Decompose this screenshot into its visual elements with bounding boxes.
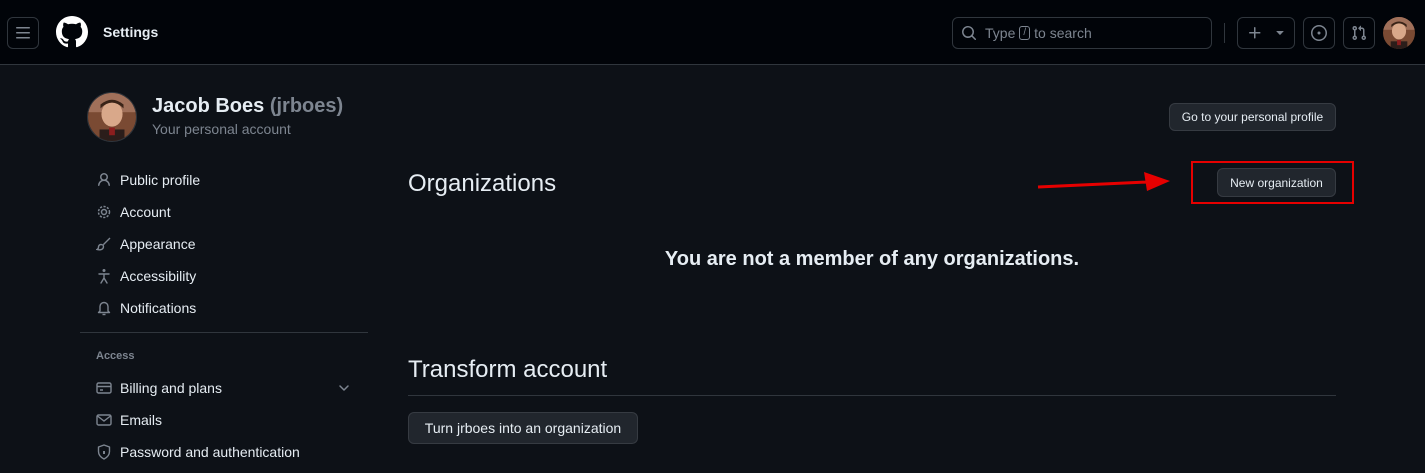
search-placeholder-prefix: Type: [985, 25, 1016, 41]
sidebar-item-accessibility[interactable]: Accessibility: [88, 260, 364, 292]
mail-icon: [96, 412, 112, 428]
open-menu-button[interactable]: [7, 17, 39, 49]
github-mark-icon[interactable]: [56, 16, 88, 48]
search-input[interactable]: Type / to search: [952, 17, 1212, 49]
header-divider: [1224, 23, 1225, 43]
organizations-empty-message: You are not a member of any organization…: [664, 248, 1080, 270]
plus-icon: [1249, 27, 1261, 39]
turn-into-organization-button[interactable]: Turn jrboes into an organization: [408, 412, 638, 444]
search-icon: [962, 26, 977, 41]
issue-opened-icon: [1311, 25, 1327, 41]
new-organization-button[interactable]: New organization: [1217, 168, 1336, 197]
account-display-name: Jacob Boes: [152, 95, 265, 117]
sidebar-item-billing[interactable]: Billing and plans: [88, 372, 364, 404]
search-shortcut-key: /: [1019, 26, 1031, 40]
sidebar-item-account[interactable]: Account: [88, 196, 364, 228]
sidebar-item-label: Public profile: [120, 172, 201, 188]
global-header: Settings Type / to search: [0, 0, 1425, 65]
avatar: [88, 93, 136, 141]
sidebar-item-label: Billing and plans: [120, 380, 222, 396]
shield-lock-icon: [96, 444, 112, 460]
user-menu-avatar[interactable]: [1383, 17, 1415, 49]
account-login: (jrboes): [269, 95, 344, 117]
section-divider: [408, 395, 1336, 396]
sidebar-item-label: Accessibility: [120, 268, 197, 284]
account-subtitle: Your personal account: [152, 121, 291, 137]
account-name[interactable]: Jacob Boes (jrboes): [152, 95, 343, 118]
git-pull-request-icon: [1352, 25, 1367, 41]
avatar: [1383, 17, 1415, 49]
triangle-down-icon: [1276, 31, 1284, 35]
go-to-profile-button[interactable]: Go to your personal profile: [1169, 103, 1336, 131]
search-placeholder-suffix: to search: [1034, 25, 1092, 41]
sidebar-item-public-profile[interactable]: Public profile: [88, 164, 364, 196]
bell-icon: [96, 300, 112, 316]
sidebar-item-label: Account: [120, 204, 171, 220]
sidebar-item-notifications[interactable]: Notifications: [88, 292, 364, 324]
paintbrush-icon: [96, 236, 112, 252]
chevron-down-icon[interactable]: [336, 380, 352, 396]
gear-icon: [96, 204, 112, 220]
account-avatar: [87, 92, 137, 142]
pull-requests-button[interactable]: [1343, 17, 1375, 49]
person-icon: [96, 172, 112, 188]
sidebar-item-label: Emails: [120, 412, 163, 428]
sidebar-item-label: Notifications: [120, 300, 197, 316]
accessibility-icon: [96, 268, 112, 284]
credit-card-icon: [96, 380, 112, 396]
sidebar-divider: [80, 332, 368, 333]
sidebar-item-emails[interactable]: Emails: [88, 404, 364, 436]
sidebar-item-password-authentication[interactable]: Password and authentication: [88, 436, 364, 468]
context-title[interactable]: Settings: [103, 24, 158, 40]
annotation-arrow: [1037, 172, 1170, 191]
sidebar-item-label: Appearance: [120, 236, 196, 252]
issues-button[interactable]: [1303, 17, 1335, 49]
organizations-heading: Organizations: [408, 170, 557, 197]
sidebar-item-label: Password and authentication: [120, 444, 300, 460]
sidebar-item-appearance[interactable]: Appearance: [88, 228, 364, 260]
transform-account-heading: Transform account: [408, 356, 608, 383]
create-new-button[interactable]: [1237, 17, 1295, 49]
three-bars-icon: [16, 27, 30, 39]
sidebar-group-access: Access: [96, 350, 135, 362]
